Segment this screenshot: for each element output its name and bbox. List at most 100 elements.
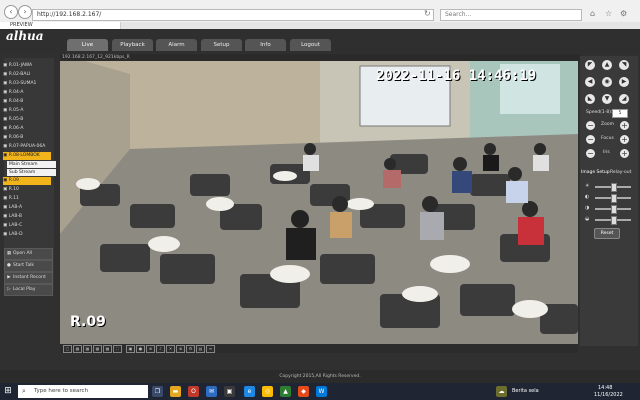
- layout-9-icon[interactable]: ▦: [83, 345, 92, 353]
- layout-custom-icon[interactable]: ▦: [103, 345, 112, 353]
- speed-select[interactable]: 5: [612, 109, 628, 118]
- channel-item[interactable]: ▣ R.06-A: [3, 125, 51, 133]
- ptz-center-icon[interactable]: ◉: [602, 77, 612, 87]
- back-icon[interactable]: ‹: [4, 5, 18, 19]
- tab-logout[interactable]: Logout: [290, 39, 331, 51]
- record-toolbar-icon[interactable]: ●: [136, 345, 145, 353]
- home-icon[interactable]: ⌂: [590, 9, 595, 18]
- slider-knob[interactable]: [611, 183, 617, 192]
- slider-knob[interactable]: [611, 194, 617, 203]
- video-feed[interactable]: [60, 54, 578, 344]
- channel-item[interactable]: ▣ R.11: [3, 195, 51, 203]
- app-icon-orange[interactable]: ◆: [298, 386, 309, 397]
- address-bar[interactable]: http://192.168.2.167/: [32, 9, 434, 21]
- hue-slider[interactable]: ◒: [585, 216, 635, 225]
- slider-knob[interactable]: [611, 216, 617, 225]
- channel-item[interactable]: ▣ LAB-B: [3, 213, 51, 221]
- open-all-button[interactable]: ▦ Open All: [4, 248, 53, 260]
- app-icon-green[interactable]: ▲: [280, 386, 291, 397]
- ptz-down-icon[interactable]: ▼: [602, 94, 612, 104]
- layout-1-icon[interactable]: ▢: [63, 345, 72, 353]
- tab-playback[interactable]: Playback: [112, 39, 153, 51]
- gear-icon[interactable]: ⚙: [620, 9, 627, 18]
- ptz-down-left-icon[interactable]: ◣: [585, 94, 595, 104]
- ptz-up-left-icon[interactable]: ◤: [585, 60, 595, 70]
- channel-item[interactable]: ▣ R.02-BALI: [3, 71, 51, 79]
- zoom-in-icon[interactable]: +: [620, 121, 629, 130]
- clock-time[interactable]: 14:48: [598, 385, 612, 391]
- channel-item[interactable]: ▣ R.06-B: [3, 134, 51, 142]
- snapshot-icon[interactable]: ▣: [126, 345, 135, 353]
- list-icon[interactable]: ≡: [206, 345, 215, 353]
- settings-icon[interactable]: ⚙: [186, 345, 195, 353]
- instant-record-button[interactable]: ▶ Instant Record: [4, 272, 53, 284]
- channel-item[interactable]: ▣ R.03-SUMA1: [3, 80, 51, 88]
- clock-date[interactable]: 11/16/2022: [594, 392, 623, 398]
- close-all-icon[interactable]: ⊗: [176, 345, 185, 353]
- close-video-icon[interactable]: ✕: [166, 345, 175, 353]
- ptz-left-icon[interactable]: ◀: [585, 77, 595, 87]
- file-explorer-icon[interactable]: ▬: [170, 386, 181, 397]
- forward-icon[interactable]: ›: [18, 5, 32, 19]
- iris-in-icon[interactable]: +: [620, 149, 629, 158]
- tab-relay-out[interactable]: Relay-out: [610, 170, 631, 175]
- tab-live[interactable]: Live: [67, 39, 108, 51]
- sub-stream-option[interactable]: Sub Stream: [7, 169, 56, 176]
- channel-item[interactable]: ▣ R.10: [3, 186, 51, 194]
- refresh-icon[interactable]: ↻: [424, 9, 431, 18]
- saturation-slider[interactable]: ◑: [585, 205, 635, 214]
- task-view-icon[interactable]: ❐: [152, 386, 163, 397]
- channel-item[interactable]: ▣ R.09: [3, 177, 51, 185]
- start-talk-button[interactable]: ● Start Talk: [4, 260, 53, 272]
- weather-icon[interactable]: ☁: [496, 386, 507, 397]
- layout-16-icon[interactable]: ▦: [93, 345, 102, 353]
- ptz-right-icon[interactable]: ▶: [619, 77, 629, 87]
- channel-item[interactable]: ▣ LAB-C: [3, 222, 51, 230]
- channel-item[interactable]: ▣ R.04-A: [3, 89, 51, 97]
- slider-knob[interactable]: [611, 205, 617, 214]
- layout-4-icon[interactable]: ▦: [73, 345, 82, 353]
- main-stream-option[interactable]: Main Stream: [7, 161, 56, 168]
- channel-item[interactable]: ▣ R.04-B: [3, 98, 51, 106]
- browser-search-input[interactable]: Search...: [440, 9, 582, 21]
- browser-tab[interactable]: PREVIEW: [0, 22, 121, 29]
- mail-icon[interactable]: ✉: [206, 386, 217, 397]
- channel-item-selected[interactable]: ▣ R.08-LOMBOK: [3, 152, 51, 160]
- news-ticker[interactable]: Berita sela: [512, 384, 539, 398]
- local-play-button[interactable]: ▷ Local Play: [4, 284, 53, 296]
- tab-info[interactable]: Info: [245, 39, 286, 51]
- zoom-toolbar-icon[interactable]: ⊕: [146, 345, 155, 353]
- brightness-slider[interactable]: ☀: [585, 183, 635, 192]
- reset-button[interactable]: Reset: [594, 228, 620, 239]
- fullscreen-icon[interactable]: ⛶: [113, 345, 122, 353]
- channel-item[interactable]: ▣ LAB-A: [3, 204, 51, 212]
- stream-icon[interactable]: ▤: [196, 345, 205, 353]
- ptz-up-icon[interactable]: ▲: [602, 60, 612, 70]
- edge-icon[interactable]: e: [244, 386, 255, 397]
- tab-image-setup[interactable]: Image Setup: [581, 170, 610, 175]
- store-icon[interactable]: ▣: [224, 386, 235, 397]
- ptz-down-right-icon[interactable]: ◢: [619, 94, 629, 104]
- contrast-slider[interactable]: ◐: [585, 194, 635, 203]
- focus-in-icon[interactable]: +: [620, 135, 629, 144]
- star-icon[interactable]: ☆: [605, 9, 612, 18]
- iris-out-icon[interactable]: −: [586, 149, 595, 158]
- app-icon-blue[interactable]: W: [316, 386, 327, 397]
- windows-start-icon[interactable]: ⊞: [0, 383, 16, 400]
- channel-item[interactable]: ▣ R.01-JAWA: [3, 62, 51, 70]
- office-icon[interactable]: O: [188, 386, 199, 397]
- channel-item[interactable]: ▣ R.07-PAPUA-06A: [3, 143, 51, 151]
- channel-item[interactable]: ▣ R.05-B: [3, 116, 51, 124]
- tab-setup[interactable]: Setup: [201, 39, 242, 51]
- taskbar-search-input[interactable]: ⌕ Type here to search: [18, 385, 148, 398]
- tab-alarm[interactable]: Alarm: [156, 39, 197, 51]
- iris-label: Iris: [603, 150, 610, 155]
- audio-icon[interactable]: ♪: [156, 345, 165, 353]
- channel-item[interactable]: ▣ R.05-A: [3, 107, 51, 115]
- zoom-out-icon[interactable]: −: [586, 121, 595, 130]
- ptz-up-right-icon[interactable]: ◥: [619, 60, 629, 70]
- channel-item[interactable]: ▣ LAB-D: [3, 231, 51, 239]
- focus-out-icon[interactable]: −: [586, 135, 595, 144]
- contrast-icon: ◐: [585, 194, 590, 200]
- chrome-icon[interactable]: ◎: [262, 386, 273, 397]
